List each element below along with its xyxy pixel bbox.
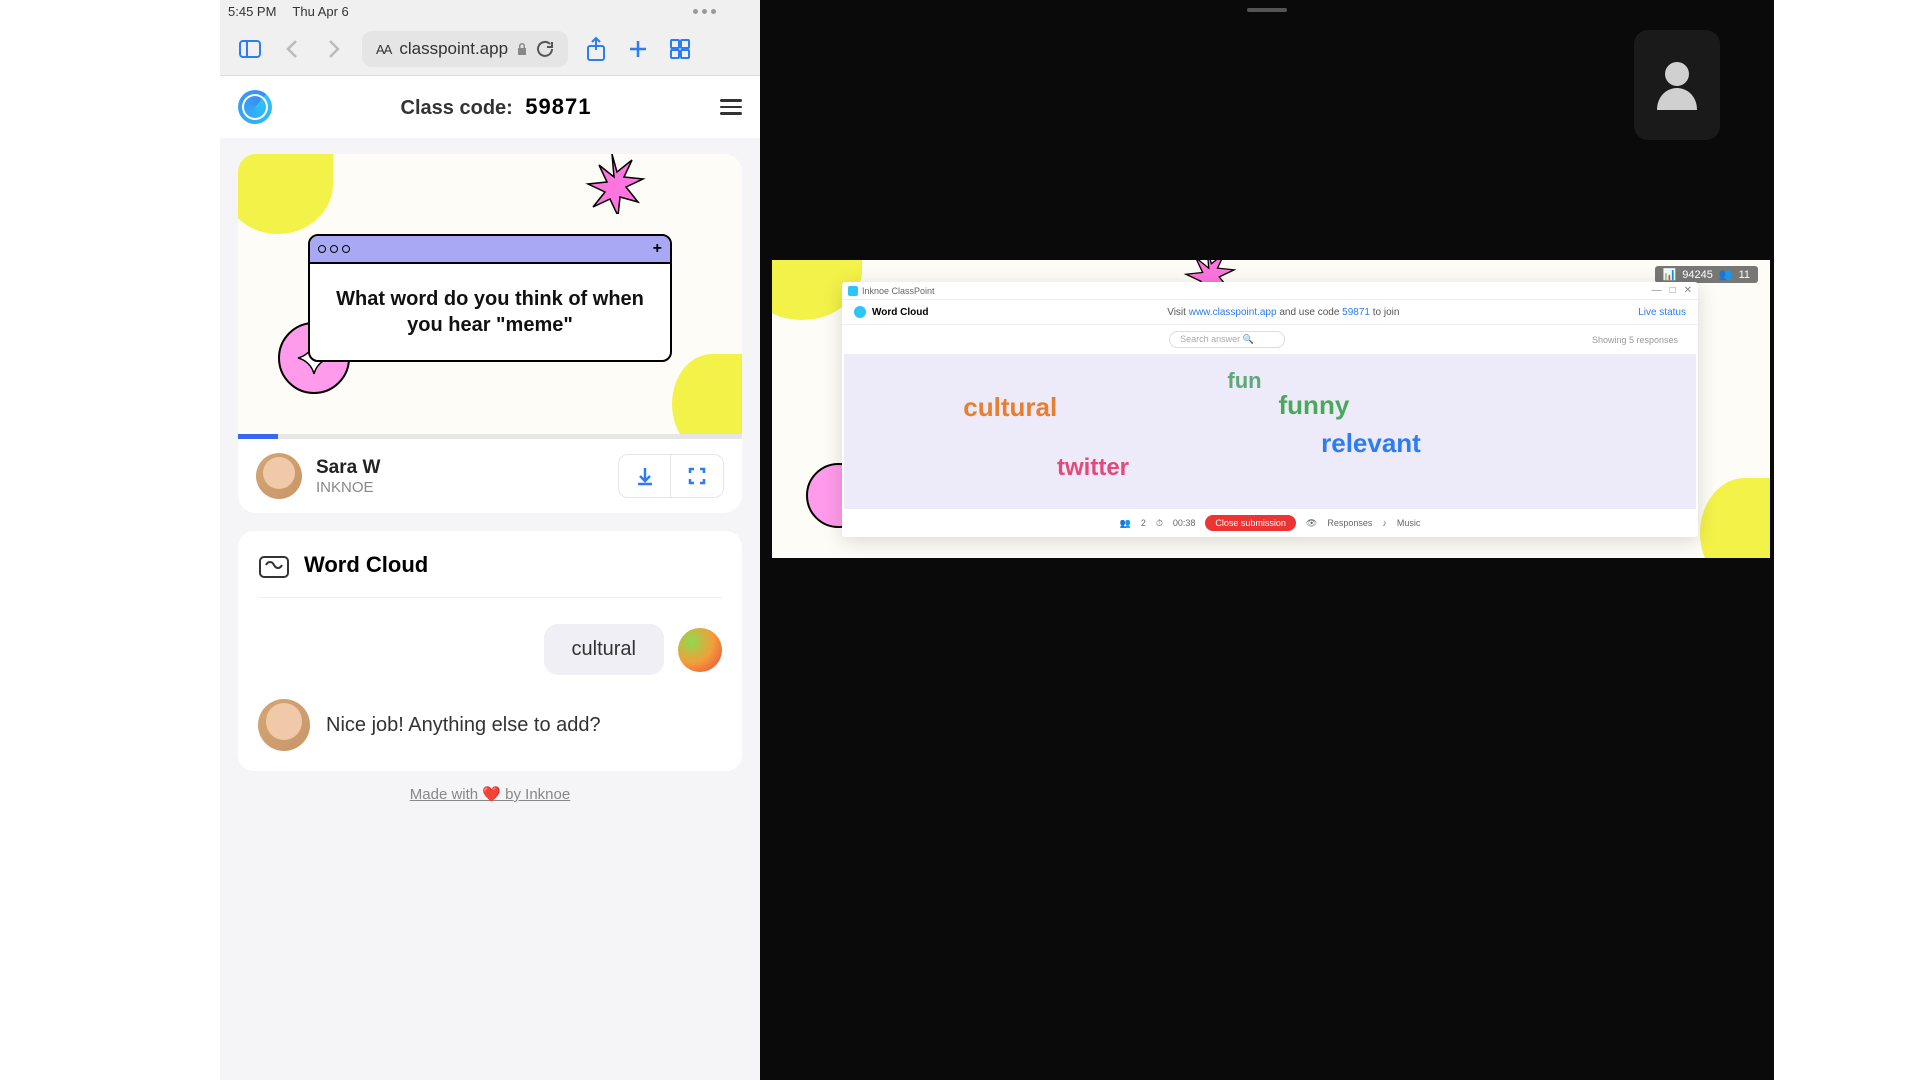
presenter-org: INKNOE (316, 479, 604, 496)
tabs-overview-icon[interactable] (666, 35, 694, 63)
reload-icon[interactable] (536, 40, 554, 58)
close-submission-button[interactable]: Close submission (1205, 515, 1296, 531)
section-title: Word Cloud (304, 552, 428, 578)
ipad-safari-view: 5:45 PM Thu Apr 6 AA classpoint.app (220, 0, 760, 1080)
classpoint-header: Class code: 59871 (220, 76, 760, 138)
footer-credit[interactable]: Made with ❤️ by Inknoe (238, 771, 742, 817)
new-tab-icon[interactable] (624, 35, 652, 63)
prompt-window: + What word do you think of when you hea… (308, 234, 672, 362)
reader-view-icon[interactable]: AA (376, 42, 391, 57)
avatar (256, 453, 302, 499)
share-icon[interactable] (582, 35, 610, 63)
drag-handle-icon[interactable] (1247, 8, 1287, 12)
status-badge: 📊94245 👥11 (1655, 266, 1758, 283)
self-video-tile[interactable] (1634, 30, 1720, 140)
student-response-bubble: cultural (544, 624, 664, 675)
multitask-dots-icon[interactable] (693, 9, 716, 14)
download-button-icon[interactable] (619, 455, 671, 497)
teacher-message: Nice job! Anything else to add? (326, 714, 601, 737)
sidebar-toggle-icon[interactable] (236, 35, 264, 63)
url-text: classpoint.app (399, 39, 508, 59)
eye-icon: 👁 (1306, 518, 1317, 529)
wordcloud-section: Word Cloud cultural Nice job! Anything e… (238, 531, 742, 771)
video-call-panel: 📊94245 👥11 Inknoe ClassPoint —□✕ Word Cl… (760, 0, 1774, 1080)
status-time: 5:45 PM (228, 4, 276, 19)
status-date: Thu Apr 6 (292, 4, 348, 19)
wordcloud-canvas: fun cultural funny relevant twitter (844, 354, 1696, 509)
forward-button-icon[interactable] (320, 35, 348, 63)
starburst-icon (572, 154, 652, 214)
join-instruction: Visit www.classpoint.app and use code 59… (928, 307, 1638, 318)
presenter-name: Sara W (316, 457, 604, 479)
response-count: Showing 5 responses (1592, 335, 1678, 345)
music-icon: ♪ (1382, 518, 1387, 528)
safari-toolbar: AA classpoint.app (220, 23, 760, 75)
app-icon (848, 286, 858, 296)
screenshare-tile[interactable]: 📊94245 👥11 Inknoe ClassPoint —□✕ Word Cl… (772, 260, 1770, 558)
slide-image: + What word do you think of when you hea… (238, 154, 742, 434)
classpoint-logo-icon[interactable] (238, 90, 272, 124)
live-status-link[interactable]: Live status (1638, 307, 1686, 318)
menu-button-icon[interactable] (720, 99, 742, 115)
window-controls[interactable]: —□✕ (1652, 285, 1692, 296)
avatar (678, 628, 722, 672)
fullscreen-button-icon[interactable] (671, 455, 723, 497)
person-icon: 👥 (1120, 518, 1131, 529)
avatar (258, 699, 310, 751)
ipad-status-bar: 5:45 PM Thu Apr 6 (220, 0, 760, 23)
clock-icon: ⏱ (1156, 518, 1163, 529)
current-slide-card: + What word do you think of when you hea… (238, 154, 742, 513)
class-code-display: Class code: 59871 (288, 94, 704, 120)
search-input[interactable]: Search answer 🔍 (1169, 331, 1285, 348)
slide-progress (238, 434, 742, 439)
projector-classpoint-window: Inknoe ClassPoint —□✕ Word Cloud Visit w… (842, 282, 1698, 537)
address-bar[interactable]: AA classpoint.app (362, 31, 568, 67)
classpoint-logo-icon (854, 306, 866, 318)
lock-icon (516, 42, 528, 56)
content-scroll[interactable]: + What word do you think of when you hea… (220, 138, 760, 1080)
wordcloud-icon (258, 551, 290, 579)
back-button-icon[interactable] (278, 35, 306, 63)
